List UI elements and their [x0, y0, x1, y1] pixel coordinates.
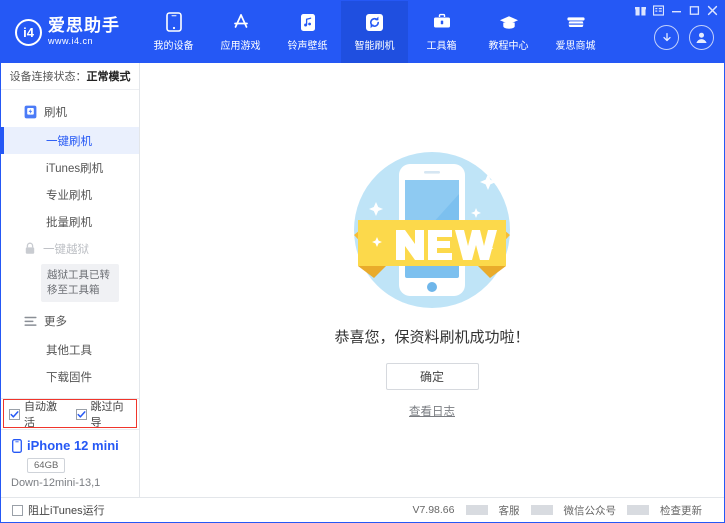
option-label: 自动激活: [24, 398, 65, 430]
nav-label: 智能刷机: [355, 37, 395, 52]
nav-label: 工具箱: [427, 37, 457, 52]
menu-icon[interactable]: [653, 5, 664, 16]
sidebar-group-flash[interactable]: 刷机: [1, 97, 139, 127]
option-auto-activate[interactable]: 自动激活: [9, 398, 65, 430]
refresh-flash-icon: [365, 12, 385, 32]
app-store-icon: [231, 12, 251, 32]
music-note-icon: [298, 12, 318, 32]
logo-mark-icon: i4: [15, 19, 42, 46]
close-icon[interactable]: [707, 5, 718, 16]
connected-device-info[interactable]: iPhone 12 mini 64GB Down-12mini-13,1: [1, 429, 139, 497]
window-controls: [635, 5, 718, 16]
maximize-icon[interactable]: [689, 5, 700, 16]
toolbox-icon: [432, 12, 452, 32]
connection-status-label: 设备连接状态：: [10, 68, 87, 84]
phone-small-icon: [11, 438, 22, 453]
application-window: i4 爱思助手 www.i4.cn 我的设备 应用游戏: [0, 0, 725, 523]
divider: [531, 505, 553, 515]
connection-status: 设备连接状态：正常模式: [1, 63, 139, 90]
nav-item-shop[interactable]: 爱思商城: [542, 1, 609, 63]
option-skip-wizard[interactable]: 跳过向导: [76, 398, 132, 430]
account-actions: [654, 25, 714, 50]
sidebar-item-batch-flash[interactable]: 批量刷机: [1, 208, 139, 235]
nav-label: 爱思商城: [556, 37, 596, 52]
sidebar-item-jailbreak: 一键越狱: [1, 235, 139, 262]
sidebar-item-label: 专业刷机: [46, 187, 92, 203]
block-itunes-option[interactable]: 阻止iTunes运行: [12, 502, 105, 518]
sidebar-item-other-tools[interactable]: 其他工具: [1, 336, 139, 363]
lock-icon: [23, 242, 36, 255]
logo-text: 爱思助手 www.i4.cn: [48, 17, 120, 46]
divider: [627, 505, 649, 515]
sidebar-menu: 刷机 一键刷机 iTunes刷机 专业刷机 批量刷机: [1, 90, 139, 398]
device-phone-icon: [164, 12, 184, 32]
connection-status-value: 正常模式: [87, 68, 131, 84]
device-capacity-badge: 64GB: [27, 458, 65, 473]
footer-link-wechat[interactable]: 微信公众号: [553, 503, 628, 518]
logo-subtitle: www.i4.cn: [48, 37, 120, 46]
option-label: 跳过向导: [91, 398, 132, 430]
sidebar-group-label: 更多: [44, 313, 67, 329]
nav-label: 我的设备: [154, 37, 194, 52]
user-account-icon[interactable]: [689, 25, 714, 50]
main-navigation: 我的设备 应用游戏 铃声壁纸 智能刷机: [140, 1, 609, 63]
phone-flash-icon: [23, 105, 37, 119]
divider: [466, 505, 488, 515]
nav-label: 教程中心: [489, 37, 529, 52]
logo-title: 爱思助手: [48, 17, 120, 35]
confirm-button[interactable]: 确定: [386, 363, 479, 390]
flash-options: 自动激活 跳过向导: [1, 398, 139, 429]
sidebar-item-pro-flash[interactable]: 专业刷机: [1, 181, 139, 208]
app-header: i4 爱思助手 www.i4.cn 我的设备 应用游戏: [1, 1, 724, 63]
sidebar-item-label: iTunes刷机: [46, 160, 103, 176]
sidebar-item-one-key-flash[interactable]: 一键刷机: [1, 127, 139, 154]
footer-links: V7.98.66 客服 微信公众号 检查更新: [401, 503, 713, 518]
checkbox-checked-icon[interactable]: [76, 409, 87, 420]
nav-label: 铃声壁纸: [288, 37, 328, 52]
nav-item-tutorial-center[interactable]: 教程中心: [475, 1, 542, 63]
nav-item-toolbox[interactable]: 工具箱: [408, 1, 475, 63]
new-badge-phone-illustration: [344, 142, 520, 318]
minimize-icon[interactable]: [671, 5, 682, 16]
nav-item-smart-flash[interactable]: 智能刷机: [341, 1, 408, 63]
checkbox-unchecked-icon[interactable]: [12, 505, 23, 516]
block-itunes-label: 阻止iTunes运行: [28, 502, 105, 518]
shop-icon: [566, 12, 586, 32]
sidebar: 设备连接状态：正常模式 刷机 一键刷机 iTunes刷机 专业刷机: [1, 63, 140, 497]
jailbreak-tooltip: 越狱工具已转移至工具箱: [41, 264, 119, 302]
main-content: 恭喜您，保资料刷机成功啦！ 确定 查看日志: [140, 63, 724, 497]
status-bar: 阻止iTunes运行 V7.98.66 客服 微信公众号 检查更新: [1, 497, 724, 522]
sidebar-item-label: 其他工具: [46, 342, 92, 358]
nav-item-ringtones-wallpaper[interactable]: 铃声壁纸: [274, 1, 341, 63]
device-model: Down-12mini-13,1: [11, 477, 139, 489]
nav-item-my-device[interactable]: 我的设备: [140, 1, 207, 63]
sidebar-item-label: 下载固件: [46, 369, 92, 385]
device-name-row: iPhone 12 mini: [11, 438, 139, 453]
graduation-cap-icon: [499, 12, 519, 32]
nav-label: 应用游戏: [221, 37, 261, 52]
sidebar-item-download-firmware[interactable]: 下载固件: [1, 363, 139, 390]
nav-item-apps-games[interactable]: 应用游戏: [207, 1, 274, 63]
sidebar-group-label: 刷机: [44, 104, 67, 120]
footer-link-support[interactable]: 客服: [488, 503, 531, 518]
download-icon[interactable]: [654, 25, 679, 50]
sidebar-item-label: 一键刷机: [46, 133, 92, 149]
sidebar-item-label: 批量刷机: [46, 214, 92, 230]
list-lines-icon: [23, 314, 37, 328]
app-body: 设备连接状态：正常模式 刷机 一键刷机 iTunes刷机 专业刷机: [1, 63, 724, 497]
app-logo: i4 爱思助手 www.i4.cn: [1, 1, 140, 63]
device-name: iPhone 12 mini: [27, 438, 119, 453]
gift-icon[interactable]: [635, 5, 646, 16]
sidebar-item-itunes-flash[interactable]: iTunes刷机: [1, 154, 139, 181]
footer-link-check-update[interactable]: 检查更新: [649, 503, 713, 518]
sidebar-group-more[interactable]: 更多: [1, 306, 139, 336]
view-log-link[interactable]: 查看日志: [409, 403, 455, 419]
sidebar-item-advanced[interactable]: 高级功能: [1, 390, 139, 398]
sidebar-item-label: 一键越狱: [43, 241, 89, 257]
success-message: 恭喜您，保资料刷机成功啦！: [334, 326, 529, 347]
version-label: V7.98.66: [401, 504, 465, 516]
checkbox-checked-icon[interactable]: [9, 409, 20, 420]
